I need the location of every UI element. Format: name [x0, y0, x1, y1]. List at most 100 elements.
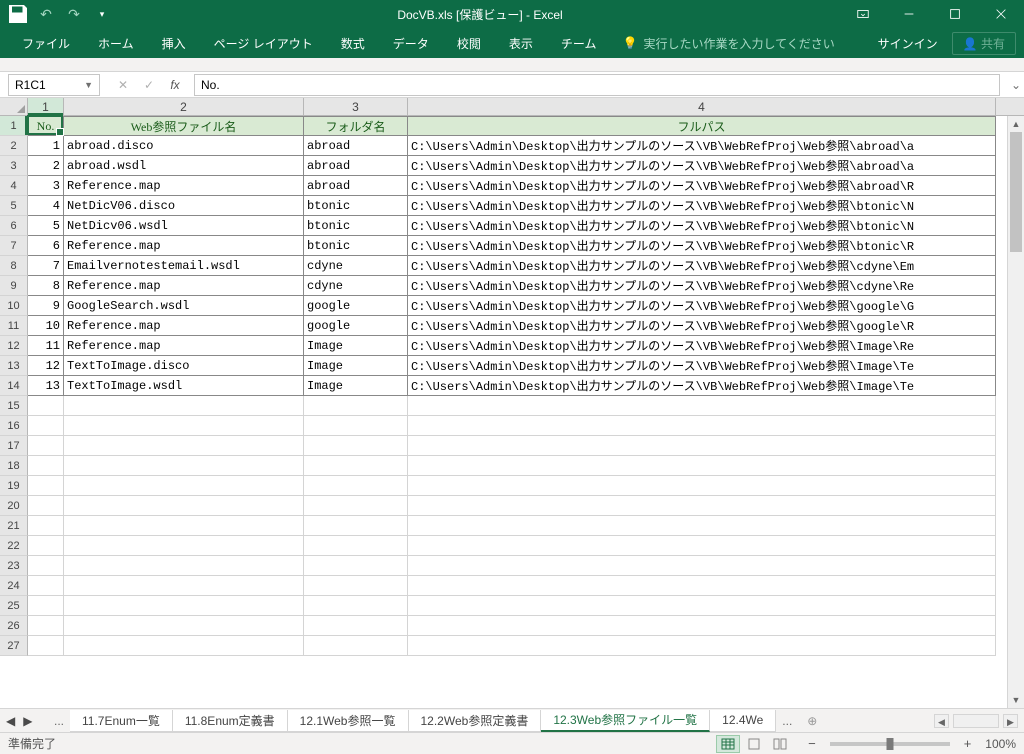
cell[interactable] [304, 476, 408, 496]
cell[interactable]: NetDicV06.disco [64, 196, 304, 216]
cell[interactable] [28, 436, 64, 456]
tab-nav-prev-icon[interactable]: ◀ [6, 714, 15, 728]
cell[interactable] [304, 516, 408, 536]
fx-icon[interactable]: fx [164, 74, 186, 96]
row-header[interactable]: 20 [0, 496, 28, 516]
cell[interactable] [64, 456, 304, 476]
cell[interactable]: C:\Users\Admin\Desktop\出力サンプルのソース\VB\Web… [408, 316, 996, 336]
cell[interactable] [28, 636, 64, 656]
cell[interactable]: 12 [28, 356, 64, 376]
cell[interactable]: 6 [28, 236, 64, 256]
cell[interactable]: Image [304, 336, 408, 356]
cell[interactable] [408, 576, 996, 596]
cell[interactable] [64, 396, 304, 416]
cell[interactable]: 9 [28, 296, 64, 316]
cell[interactable]: フルパス [408, 116, 996, 136]
cell[interactable] [64, 516, 304, 536]
cell[interactable]: C:\Users\Admin\Desktop\出力サンプルのソース\VB\Web… [408, 156, 996, 176]
horizontal-scrollbar[interactable] [953, 714, 999, 728]
cell[interactable]: C:\Users\Admin\Desktop\出力サンプルのソース\VB\Web… [408, 296, 996, 316]
cell[interactable] [408, 596, 996, 616]
sheet-tab[interactable]: 12.3Web参照ファイル一覧 [541, 710, 710, 732]
cell[interactable]: TextToImage.wsdl [64, 376, 304, 396]
cell[interactable] [28, 556, 64, 576]
column-header[interactable]: 1 [28, 98, 64, 115]
cell[interactable] [28, 576, 64, 596]
cell[interactable] [28, 496, 64, 516]
cell[interactable] [28, 456, 64, 476]
cell[interactable] [304, 416, 408, 436]
cell[interactable] [408, 516, 996, 536]
cell[interactable]: No. [28, 116, 64, 136]
ribbon-tab[interactable]: データ [379, 28, 443, 58]
row-header[interactable]: 2 [0, 136, 28, 156]
cell[interactable]: cdyne [304, 276, 408, 296]
select-all-corner[interactable] [0, 98, 28, 115]
cell[interactable]: abroad [304, 136, 408, 156]
cell[interactable] [304, 396, 408, 416]
ribbon-tab[interactable]: 表示 [495, 28, 547, 58]
cell[interactable] [28, 476, 64, 496]
save-icon[interactable] [6, 2, 30, 26]
qat-dropdown-icon[interactable]: ▾ [90, 2, 114, 26]
cell[interactable]: Image [304, 376, 408, 396]
cell[interactable]: abroad.disco [64, 136, 304, 156]
tabs-overflow-left[interactable]: ... [48, 714, 70, 728]
cell[interactable] [64, 436, 304, 456]
row-header[interactable]: 13 [0, 356, 28, 376]
row-header[interactable]: 11 [0, 316, 28, 336]
cell[interactable]: Web参照ファイル名 [64, 116, 304, 136]
cell[interactable]: abroad.wsdl [64, 156, 304, 176]
ribbon-tab[interactable]: ホーム [84, 28, 148, 58]
cell[interactable]: google [304, 316, 408, 336]
chevron-down-icon[interactable]: ▼ [84, 80, 93, 90]
enter-formula-icon[interactable]: ✓ [138, 74, 160, 96]
cell[interactable] [408, 456, 996, 476]
cell[interactable]: Reference.map [64, 276, 304, 296]
cell[interactable] [408, 396, 996, 416]
cell[interactable] [304, 596, 408, 616]
row-header[interactable]: 18 [0, 456, 28, 476]
cell[interactable] [408, 536, 996, 556]
scroll-up-icon[interactable]: ▲ [1008, 116, 1024, 132]
ribbon-tab[interactable]: ページ レイアウト [200, 28, 327, 58]
row-header[interactable]: 9 [0, 276, 28, 296]
cell[interactable]: 3 [28, 176, 64, 196]
sheet-tab[interactable]: 12.2Web参照定義書 [409, 710, 542, 732]
row-header[interactable]: 16 [0, 416, 28, 436]
cell[interactable] [28, 536, 64, 556]
row-header[interactable]: 6 [0, 216, 28, 236]
cell[interactable]: 10 [28, 316, 64, 336]
cell[interactable] [64, 556, 304, 576]
normal-view-icon[interactable] [716, 735, 740, 753]
cell[interactable] [28, 596, 64, 616]
cell[interactable]: cdyne [304, 256, 408, 276]
cell[interactable] [304, 616, 408, 636]
cell[interactable] [408, 496, 996, 516]
cell[interactable]: 5 [28, 216, 64, 236]
minimize-icon[interactable] [886, 0, 932, 28]
cell[interactable] [304, 496, 408, 516]
cell[interactable]: C:\Users\Admin\Desktop\出力サンプルのソース\VB\Web… [408, 236, 996, 256]
column-header[interactable]: 3 [304, 98, 408, 115]
ribbon-tab[interactable]: 数式 [327, 28, 379, 58]
cell[interactable]: C:\Users\Admin\Desktop\出力サンプルのソース\VB\Web… [408, 376, 996, 396]
cell[interactable] [304, 536, 408, 556]
ribbon-display-options-icon[interactable] [840, 0, 886, 28]
cell[interactable]: 13 [28, 376, 64, 396]
cell[interactable]: 8 [28, 276, 64, 296]
sheet-tab[interactable]: 11.8Enum定義書 [173, 710, 288, 732]
zoom-thumb[interactable] [886, 738, 893, 750]
cell[interactable] [64, 496, 304, 516]
cell[interactable]: TextToImage.disco [64, 356, 304, 376]
cell[interactable]: 11 [28, 336, 64, 356]
cell[interactable] [64, 476, 304, 496]
cell[interactable]: Image [304, 356, 408, 376]
hscroll-left-icon[interactable]: ◀ [934, 714, 949, 728]
ribbon-tab[interactable]: チーム [547, 28, 611, 58]
cell[interactable]: C:\Users\Admin\Desktop\出力サンプルのソース\VB\Web… [408, 196, 996, 216]
row-header[interactable]: 10 [0, 296, 28, 316]
page-layout-view-icon[interactable] [742, 735, 766, 753]
cell[interactable]: C:\Users\Admin\Desktop\出力サンプルのソース\VB\Web… [408, 256, 996, 276]
undo-icon[interactable]: ↶ [34, 2, 58, 26]
